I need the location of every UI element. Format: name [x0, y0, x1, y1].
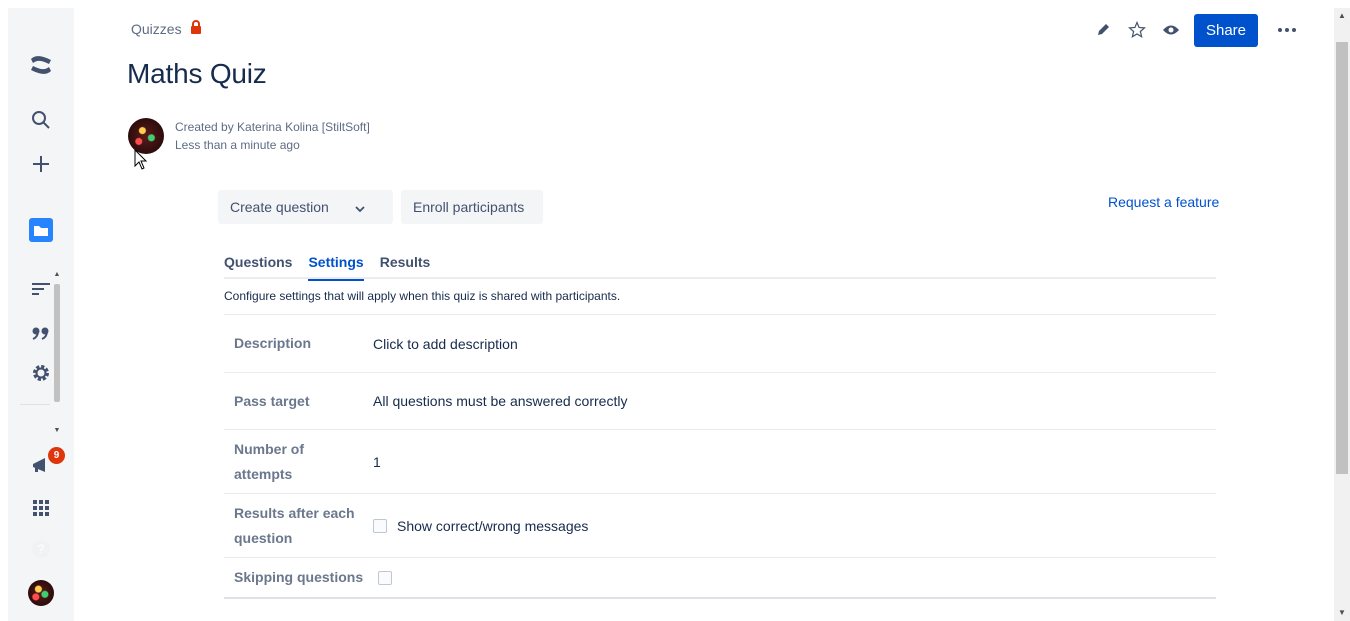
tab-settings[interactable]: Settings	[308, 254, 364, 281]
sidebar-divider	[20, 404, 50, 405]
pass-target-label: Pass target	[234, 392, 310, 409]
confluence-logo-icon[interactable]	[26, 50, 56, 80]
tab-results[interactable]: Results	[380, 254, 431, 279]
settings-row-attempts: Number of attempts 1	[224, 430, 1216, 494]
page-actions: Share	[1086, 13, 1304, 47]
create-question-label: Create question	[230, 199, 329, 215]
search-icon[interactable]	[26, 105, 56, 135]
share-button[interactable]: Share	[1193, 13, 1258, 47]
svg-text:?: ?	[38, 542, 45, 556]
settings-description-note: Configure settings that will apply when …	[224, 289, 621, 303]
create-question-dropdown-button[interactable]: Create question	[218, 190, 393, 224]
sidebar-scroll-thumb[interactable]	[54, 284, 60, 402]
profile-avatar-icon[interactable]	[26, 578, 56, 608]
restricted-lock-icon[interactable]	[190, 20, 202, 37]
breadcrumb-space-link[interactable]: Quizzes	[131, 21, 182, 37]
settings-row-pass-target: Pass target All questions must be answer…	[224, 373, 1216, 430]
notification-count-badge: 9	[48, 447, 65, 464]
settings-row-skipping: Skipping questions	[224, 558, 1216, 599]
page-scroll-up-icon[interactable]: ▲	[1334, 8, 1350, 24]
skipping-label: Skipping questions	[234, 569, 364, 585]
created-time-text: Less than a minute ago	[175, 138, 300, 152]
description-value[interactable]: Click to add description	[373, 336, 518, 352]
settings-row-description: Description Click to add description	[224, 315, 1216, 373]
watch-eye-icon[interactable]	[1154, 13, 1188, 47]
scroll-up-arrow-icon[interactable]: ▲	[52, 270, 62, 280]
skipping-checkbox[interactable]	[378, 570, 392, 585]
app-switcher-grid-icon[interactable]	[26, 493, 56, 523]
show-messages-label[interactable]: Show correct/wrong messages	[397, 518, 588, 534]
help-icon[interactable]: ?	[26, 534, 56, 564]
created-by-text: Created by Katerina Kolina [StiltSoft]	[175, 120, 370, 134]
breadcrumb: Quizzes	[131, 20, 202, 37]
settings-row-results-after: Results after each question Show correct…	[224, 494, 1216, 558]
quiz-tabs: Questions Settings Results	[224, 254, 1216, 281]
description-label: Description	[234, 335, 312, 351]
chevron-down-icon	[355, 199, 365, 215]
more-actions-ellipsis-icon[interactable]	[1270, 13, 1304, 47]
page-scrollbar[interactable]: ▲ ▼	[1334, 8, 1350, 621]
tab-questions[interactable]: Questions	[224, 254, 292, 279]
byline: Created by Katerina Kolina [StiltSoft] L…	[128, 118, 370, 154]
enroll-participants-button[interactable]: Enroll participants	[401, 190, 543, 224]
page-scroll-down-icon[interactable]: ▼	[1334, 605, 1350, 621]
request-feature-link[interactable]: Request a feature	[1108, 194, 1219, 210]
page-scroll-thumb[interactable]	[1336, 42, 1348, 474]
attempts-label: Number of attempts	[234, 440, 304, 482]
attempts-value[interactable]: 1	[373, 454, 381, 470]
space-folder-icon[interactable]	[26, 215, 56, 245]
create-plus-icon[interactable]	[26, 149, 56, 179]
scroll-down-arrow-icon[interactable]: ▼	[52, 426, 62, 436]
edit-pencil-icon[interactable]	[1086, 13, 1120, 47]
settings-table: Description Click to add description Pas…	[224, 314, 1216, 599]
page-title: Maths Quiz	[127, 58, 267, 89]
mouse-cursor-icon	[134, 149, 148, 170]
show-messages-checkbox[interactable]	[373, 518, 387, 533]
sidebar-scrollbar[interactable]: ▲ ▼	[52, 270, 62, 436]
star-icon[interactable]	[1120, 13, 1154, 47]
global-sidebar: ▲ ▼ 9 ?	[8, 8, 74, 621]
pass-target-value[interactable]: All questions must be answered correctly	[373, 393, 627, 409]
results-after-label: Results after each question	[234, 504, 355, 546]
